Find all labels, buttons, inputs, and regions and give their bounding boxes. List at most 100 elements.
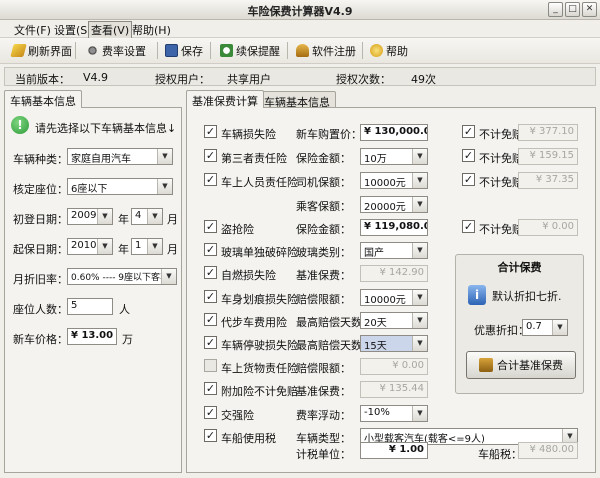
depreciation-select[interactable]: 0.60% ---- 9座以下客车 xyxy=(67,268,177,285)
discount-select[interactable]: 0.7 xyxy=(522,319,568,336)
tab-base-premium[interactable]: 基准保费计算 xyxy=(186,90,264,108)
coverage-checkbox[interactable]: ✓ xyxy=(204,313,217,326)
coverage-field-label: 乘客保额： xyxy=(296,200,351,213)
coverage-name: 车身划痕损失险 xyxy=(221,293,298,306)
coverage-value-input[interactable]: -10% xyxy=(360,405,428,422)
renewal-reminder-button[interactable]: 续保提醒 xyxy=(216,41,284,60)
vessel-tax-value: ¥ 480.00 xyxy=(518,442,578,459)
menu-file[interactable]: 文件(F) xyxy=(12,22,53,38)
coverage-checkbox[interactable]: ✓ xyxy=(204,406,217,419)
coverage-field-label: 赔偿限额： xyxy=(296,362,351,375)
menu-help[interactable]: 帮助(H) xyxy=(130,22,173,38)
seats-label: 核定座位： xyxy=(13,183,68,196)
deductible-label: 不计免赔 xyxy=(479,128,523,141)
coverage-checkbox[interactable] xyxy=(204,359,217,372)
count-value: 49次 xyxy=(411,73,436,86)
start-year-select[interactable]: 2010 xyxy=(67,238,113,255)
deductible-value: ¥ 159.15 xyxy=(518,148,578,165)
coverage-checkbox[interactable]: ✓ xyxy=(204,382,217,395)
car-price-label: 新车价格： xyxy=(13,333,68,346)
depreciation-label: 月折旧率： xyxy=(13,273,68,286)
title-bar: 车险保费计算器V4.9 _ □ ✕ xyxy=(0,0,600,20)
coverage-value-input[interactable]: 国产 xyxy=(360,242,428,259)
vehicle-type-label: 车辆种类： xyxy=(13,153,68,166)
coverage-value-input[interactable]: ¥ 130,000.00 xyxy=(360,124,428,141)
coverage-checkbox[interactable]: ✓ xyxy=(204,125,217,138)
coverage-value-input[interactable]: ¥ 119,080.00 xyxy=(360,219,428,236)
deductible-checkbox[interactable]: ✓ xyxy=(462,173,475,186)
menu-bar: 文件(F) 设置(S) 查看(V) 帮助(H) xyxy=(0,20,600,39)
coverage-field-label: 玻璃类别： xyxy=(296,246,351,259)
coverage-value-input[interactable]: 10万 xyxy=(360,148,428,165)
coverage-name: 盗抢险 xyxy=(221,223,254,236)
coverage-readonly-value: ¥ 0.00 xyxy=(360,358,428,375)
left-panel: ! 请先选择以下车辆基本信息↓ 车辆种类： 家庭自用汽车 核定座位： 6座以下 … xyxy=(4,107,182,473)
deductible-checkbox[interactable]: ✓ xyxy=(462,125,475,138)
help-icon xyxy=(370,44,383,57)
calc-premium-button[interactable]: 合计基准保费 xyxy=(466,351,576,379)
deductible-label: 不计免赔 xyxy=(479,176,523,189)
rate-settings-label: 费率设置 xyxy=(102,44,146,58)
car-price-input[interactable]: ¥ 13.00 xyxy=(67,328,117,345)
tab-vehicle-info-left[interactable]: 车辆基本信息 xyxy=(4,90,82,108)
version-value: V4.9 xyxy=(83,71,109,84)
seat-count-input[interactable]: 5 xyxy=(67,298,113,315)
coverage-value-input[interactable]: 10000元 xyxy=(360,172,428,189)
coverage-name: 自燃损失险 xyxy=(221,269,276,282)
coverage-checkbox[interactable]: ✓ xyxy=(204,290,217,303)
user-value: 共享用户 xyxy=(227,73,271,86)
rate-settings-button[interactable]: 费率设置 xyxy=(82,41,150,60)
coverage-value-input[interactable]: 15天 xyxy=(360,335,428,352)
refresh-icon xyxy=(10,44,27,57)
deductible-label: 不计免赔 xyxy=(479,223,523,236)
deductible-checkbox[interactable]: ✓ xyxy=(462,149,475,162)
maximize-button[interactable]: □ xyxy=(565,2,580,17)
help-label: 帮助 xyxy=(386,44,408,58)
menu-view[interactable]: 查看(V) xyxy=(88,21,133,39)
toolbar: 刷新界面 费率设置 保存 续保提醒 软件注册 帮助 xyxy=(0,38,600,64)
coverage-value-input[interactable]: 20天 xyxy=(360,312,428,329)
coverage-checkbox[interactable]: ✓ xyxy=(204,336,217,349)
close-button[interactable]: ✕ xyxy=(582,2,597,17)
coverage-checkbox[interactable]: ✓ xyxy=(204,149,217,162)
minimize-button[interactable]: _ xyxy=(548,2,563,17)
save-button[interactable]: 保存 xyxy=(161,41,207,60)
refresh-label: 刷新界面 xyxy=(28,44,72,58)
first-year-select[interactable]: 2009 xyxy=(67,208,113,225)
coverage-field-label: 基准保费： xyxy=(296,269,351,282)
month-unit-2: 月 xyxy=(167,243,178,256)
register-button[interactable]: 软件注册 xyxy=(292,41,360,60)
deductible-value: ¥ 37.35 xyxy=(518,172,578,189)
seats-select[interactable]: 6座以下 xyxy=(67,178,173,195)
deductible-checkbox[interactable]: ✓ xyxy=(462,220,475,233)
vehicle-type-select[interactable]: 家庭自用汽车 xyxy=(67,148,173,165)
tax-unit-label: 计税单位： xyxy=(296,448,351,461)
info-bar: 当前版本： V4.9 授权用户： 共享用户 授权次数： 49次 xyxy=(4,67,596,86)
coverage-checkbox[interactable]: ✓ xyxy=(204,429,217,442)
coverage-checkbox[interactable]: ✓ xyxy=(204,220,217,233)
count-label: 授权次数： xyxy=(336,73,391,86)
tab-vehicle-info[interactable]: 车辆基本信息 xyxy=(258,91,336,109)
start-date-label: 起保日期： xyxy=(13,243,68,256)
coverage-field-label: 车辆类型： xyxy=(296,432,351,445)
coverage-value-input[interactable]: 10000元 xyxy=(360,289,428,306)
discount-label: 优惠折扣： xyxy=(474,324,529,337)
first-reg-label: 初登日期： xyxy=(13,213,68,226)
coverage-field-label: 费率浮动： xyxy=(296,409,351,422)
seat-count-label: 座位人数： xyxy=(13,303,68,316)
coverage-checkbox[interactable]: ✓ xyxy=(204,243,217,256)
coverage-field-label: 保险金额： xyxy=(296,152,351,165)
start-month-select[interactable]: 1 xyxy=(131,238,163,255)
first-month-select[interactable]: 4 xyxy=(131,208,163,225)
refresh-button[interactable]: 刷新界面 xyxy=(8,41,76,60)
coverage-field-label: 保险金额： xyxy=(296,223,351,236)
seat-unit: 人 xyxy=(119,303,130,316)
renewal-reminder-label: 续保提醒 xyxy=(236,44,280,58)
coverage-checkbox[interactable]: ✓ xyxy=(204,266,217,279)
coverage-value-input[interactable]: 20000元 xyxy=(360,196,428,213)
tax-unit-input[interactable]: ¥ 1.00 xyxy=(360,442,428,459)
coverage-checkbox[interactable]: ✓ xyxy=(204,173,217,186)
help-button[interactable]: 帮助 xyxy=(366,41,412,60)
coverage-field-label: 司机保额： xyxy=(296,176,351,189)
summary-group: 合计保费 i 默认折扣七折. 优惠折扣： 0.7 合计基准保费 xyxy=(455,254,584,394)
